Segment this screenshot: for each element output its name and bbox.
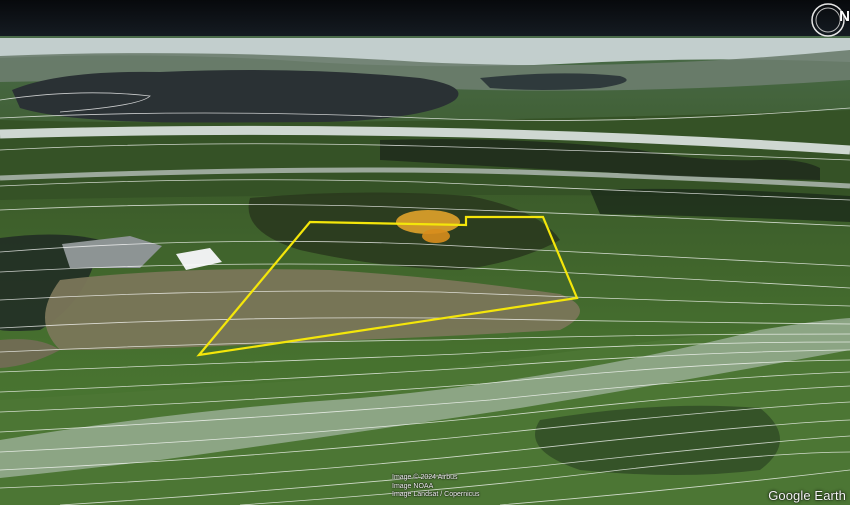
compass-button[interactable]: N [808,1,850,39]
autumn-tree [422,229,450,243]
attribution-line: Image © 2024 Airbus [392,474,458,481]
compass-north-label: N [839,8,850,25]
satellite-terrain-view[interactable] [0,0,850,505]
sky [0,0,850,40]
lake [12,70,459,124]
foreground-dark-patch [535,405,780,475]
imagery-attribution: Image © 2024 Airbus Image NOAA Image Lan… [392,474,480,500]
google-earth-logo: Google Earth [768,488,846,503]
attribution-line: Image Landsat / Copernicus [392,491,480,498]
map-viewport[interactable]: N Image © 2024 Airbus Image NOAA Image L… [0,0,850,505]
attribution-line: Image NOAA [392,482,434,490]
